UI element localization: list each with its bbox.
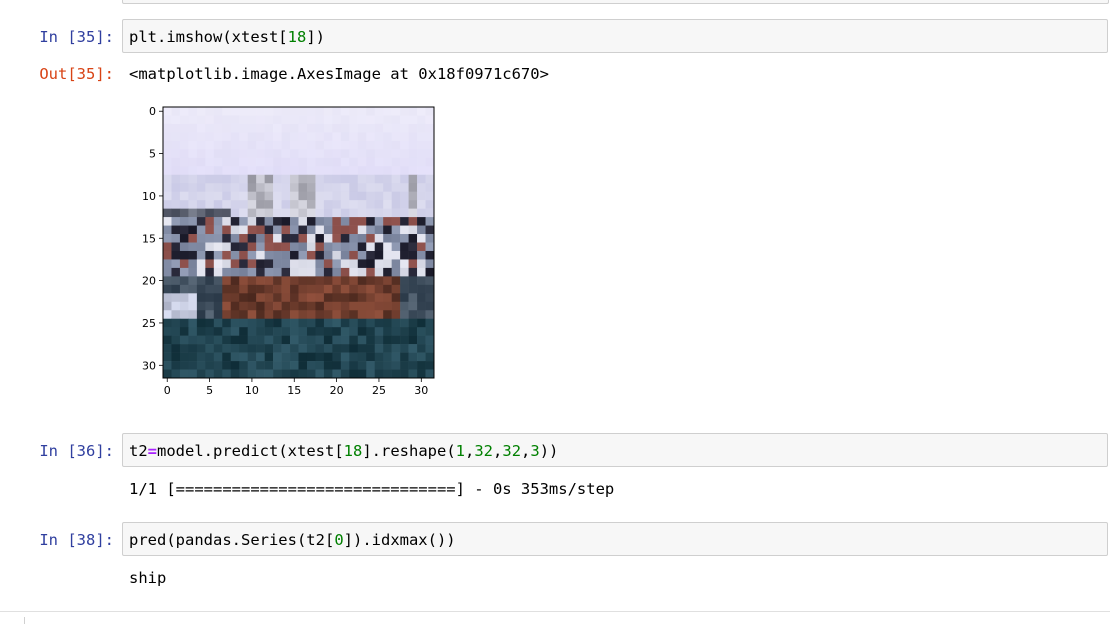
code-token: model.predict(xtest[ <box>157 442 344 460</box>
output-text-38: ship <box>129 569 167 587</box>
output-text-35: <matplotlib.image.AxesImage at 0x18f0971… <box>129 65 549 83</box>
x-tick-label: 25 <box>372 384 386 397</box>
code-token: = <box>147 442 158 460</box>
input-prompt-38: In [38]: <box>39 531 114 549</box>
y-tick-label: 5 <box>149 148 156 161</box>
code-token: ]).idxmax()) <box>343 531 456 549</box>
input-prompt-36: In [36]: <box>39 442 114 460</box>
code-token: t2 <box>129 442 148 460</box>
x-tick-label: 5 <box>206 384 213 397</box>
code-token: pred(pandas.Series(t2[ <box>129 531 335 549</box>
input-prompt-35: In [35]: <box>39 28 114 46</box>
code-token: 32 <box>474 442 494 460</box>
code-token: 1 <box>455 442 465 460</box>
output-text-36: 1/1 [==============================] - 0… <box>129 480 615 498</box>
x-tick-label: 30 <box>414 384 428 397</box>
code-token: 32 <box>502 442 522 460</box>
y-tick-label: 0 <box>149 105 156 118</box>
code-token: , <box>493 442 503 460</box>
x-tick-label: 15 <box>287 384 301 397</box>
y-tick-label: 30 <box>142 359 156 372</box>
image-pixels <box>163 107 435 379</box>
cell-separator <box>0 611 1110 612</box>
x-axis-ticks: 0 5 10 15 20 25 30 <box>164 378 428 397</box>
output-prompt-35: Out[35]: <box>39 65 114 83</box>
code-cell-36[interactable]: t2=model.predict(xtest[18].reshape(1,32,… <box>122 433 1108 467</box>
notebook-page: In [35]: plt.imshow(xtest[18]) Out[35]: … <box>0 0 1110 624</box>
code-token: 18 <box>343 442 363 460</box>
x-tick-label: 10 <box>245 384 259 397</box>
x-tick-label: 20 <box>330 384 344 397</box>
imshow-plot: 0 5 10 15 20 25 30 0 5 10 15 20 25 30 <box>142 105 435 397</box>
previous-cell-edge <box>122 0 1109 4</box>
y-tick-label: 10 <box>142 190 156 203</box>
code-token: , <box>521 442 531 460</box>
x-tick-label: 0 <box>164 384 171 397</box>
next-cell-edge <box>24 617 25 624</box>
y-tick-label: 15 <box>142 232 156 245</box>
code-token: , <box>465 442 475 460</box>
code-token: plt.imshow(xtest[ <box>129 28 288 46</box>
code-token: ].reshape( <box>362 442 456 460</box>
y-tick-label: 20 <box>142 275 156 288</box>
y-tick-label: 25 <box>142 317 156 330</box>
code-token: )) <box>539 442 559 460</box>
code-token: 3 <box>530 442 540 460</box>
code-token: 18 <box>287 28 307 46</box>
y-axis-ticks: 0 5 10 15 20 25 30 <box>142 105 163 372</box>
code-cell-38[interactable]: pred(pandas.Series(t2[0]).idxmax()) <box>122 522 1108 556</box>
code-token: 0 <box>334 531 344 549</box>
code-cell-35[interactable]: plt.imshow(xtest[18]) <box>122 19 1108 53</box>
code-token: ]) <box>306 28 325 46</box>
